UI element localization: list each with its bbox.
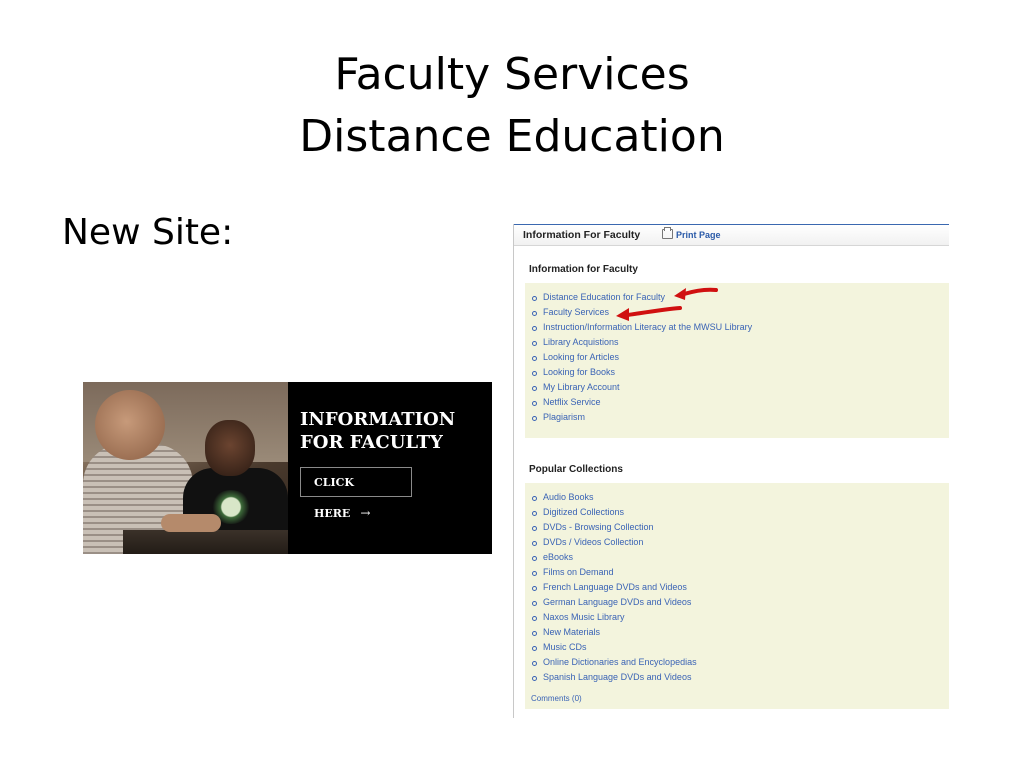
printer-icon — [662, 227, 673, 239]
link-library-acquistions[interactable]: Library Acquistions — [525, 335, 949, 350]
link-music-cds[interactable]: Music CDs — [525, 640, 949, 655]
faculty-page-screenshot: Information For Faculty Print Page Infor… — [513, 224, 949, 718]
link-faculty-services[interactable]: Faculty Services — [525, 305, 949, 320]
slide-title-line-1: Faculty Services — [334, 49, 690, 100]
comments-link[interactable]: Comments (0) — [531, 694, 582, 703]
information-links-list: Distance Education for Faculty Faculty S… — [525, 283, 949, 425]
red-arrow-icon — [674, 287, 718, 300]
link-french-dvds[interactable]: French Language DVDs and Videos — [525, 580, 949, 595]
slide-subtitle: New Site: — [62, 212, 234, 253]
link-plagiarism[interactable]: Plagiarism — [525, 410, 949, 425]
link-distance-education[interactable]: Distance Education for Faculty — [525, 290, 949, 305]
link-instruction-literacy[interactable]: Instruction/Information Literacy at the … — [525, 320, 949, 335]
section-title-information: Information for Faculty — [529, 264, 638, 275]
collections-links-box: Audio Books Digitized Collections DVDs -… — [525, 483, 949, 709]
link-ebooks[interactable]: eBooks — [525, 550, 949, 565]
banner-photo — [83, 382, 288, 554]
link-naxos-music[interactable]: Naxos Music Library — [525, 610, 949, 625]
arrow-right-icon: → — [360, 506, 371, 520]
link-films-on-demand[interactable]: Films on Demand — [525, 565, 949, 580]
print-page-link[interactable]: Print Page — [662, 227, 721, 240]
collections-links-list: Audio Books Digitized Collections DVDs -… — [525, 483, 949, 685]
section-title-popular-collections: Popular Collections — [529, 464, 623, 475]
link-looking-for-articles[interactable]: Looking for Articles — [525, 350, 949, 365]
link-spanish-dvds[interactable]: Spanish Language DVDs and Videos — [525, 670, 949, 685]
slide-title-line-2: Distance Education — [299, 111, 725, 162]
panel-header-title: Information For Faculty — [523, 229, 641, 241]
link-netflix-service[interactable]: Netflix Service — [525, 395, 949, 410]
print-page-label: Print Page — [676, 230, 721, 240]
link-looking-for-books[interactable]: Looking for Books — [525, 365, 949, 380]
link-dvds-browsing[interactable]: DVDs - Browsing Collection — [525, 520, 949, 535]
link-dvds-videos[interactable]: DVDs / Videos Collection — [525, 535, 949, 550]
click-here-label: CLICK HERE — [314, 476, 354, 520]
banner-heading-line-1: INFORMATION — [300, 409, 456, 430]
link-online-dictionaries[interactable]: Online Dictionaries and Encyclopedias — [525, 655, 949, 670]
faculty-banner[interactable]: INFORMATION FOR FACULTY CLICK HERE → — [83, 382, 492, 554]
click-here-button[interactable]: CLICK HERE → — [300, 467, 412, 520]
banner-heading-line-2: FOR FACULTY — [300, 432, 443, 453]
panel-header: Information For Faculty Print Page — [514, 224, 949, 246]
information-links-box: Distance Education for Faculty Faculty S… — [525, 283, 949, 438]
banner-heading: INFORMATION FOR FACULTY — [300, 408, 480, 454]
link-new-materials[interactable]: New Materials — [525, 625, 949, 640]
link-my-library-account[interactable]: My Library Account — [525, 380, 949, 395]
link-digitized-collections[interactable]: Digitized Collections — [525, 505, 949, 520]
red-arrow-icon — [616, 306, 682, 321]
link-audio-books[interactable]: Audio Books — [525, 490, 949, 505]
link-german-dvds[interactable]: German Language DVDs and Videos — [525, 595, 949, 610]
slide-title: Faculty Services Distance Education — [0, 44, 1024, 168]
